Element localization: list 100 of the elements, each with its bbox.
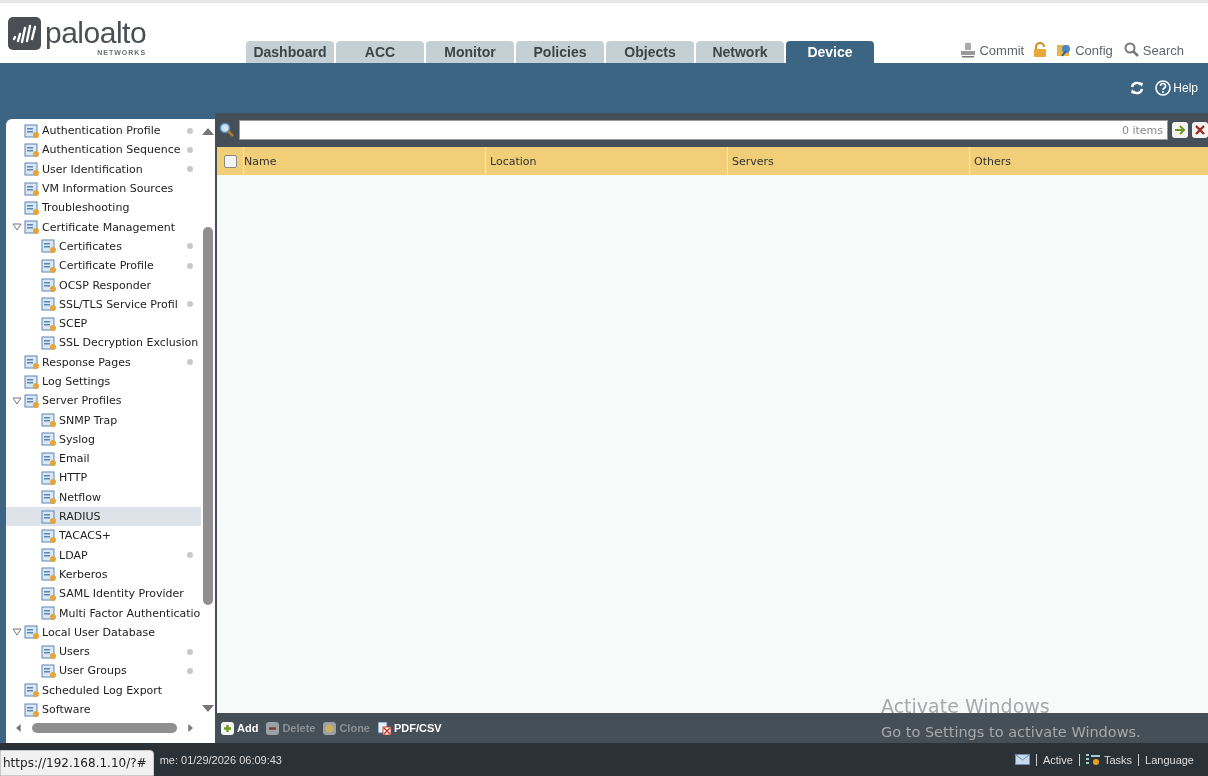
tasks-icon [1085, 754, 1101, 765]
tree-item[interactable]: Log Settings [6, 371, 201, 392]
tree-item[interactable]: Troubleshooting [6, 198, 201, 218]
tree-item[interactable]: Netflow [6, 487, 201, 507]
node-icon [41, 489, 57, 506]
column-header[interactable]: Others [970, 147, 1208, 175]
node-icon [41, 585, 57, 602]
arrow-right-icon[interactable] [1172, 122, 1188, 138]
tree-item[interactable]: Software [6, 699, 201, 717]
expanded-icon[interactable] [12, 222, 22, 233]
activation-message: Go to Settings to activate Windows. [881, 723, 1141, 742]
node-icon [41, 334, 57, 351]
commit-button[interactable]: Commit [960, 42, 1025, 58]
tree-item[interactable]: Certificates [6, 236, 201, 257]
scroll-down-icon[interactable] [202, 705, 214, 713]
tree-item[interactable]: User Identification [6, 159, 201, 179]
node-icon [41, 277, 57, 293]
nav-tab[interactable]: ACC [336, 41, 424, 63]
search-button[interactable]: Search [1123, 42, 1184, 58]
tree-item[interactable]: SCEP [6, 313, 201, 334]
tree-item[interactable]: SSL Decryption Exclusion [6, 333, 201, 353]
config-button[interactable]: Config [1056, 42, 1116, 58]
tree-item[interactable]: Email [6, 449, 201, 469]
tree-item[interactable]: Authentication Profile [6, 121, 201, 141]
nav-tab[interactable]: Device [786, 41, 874, 63]
node-icon [24, 219, 40, 236]
config-icon [1056, 42, 1073, 58]
plus-icon [221, 721, 234, 735]
clone-icon [323, 721, 337, 735]
tree-item[interactable]: VM Information Sources [6, 178, 201, 199]
tree-item[interactable]: OCSP Responder [6, 275, 201, 295]
tree-item[interactable]: Response Pages [6, 352, 201, 372]
node-icon [24, 141, 40, 158]
tree-item[interactable]: Multi Factor Authenticatio [6, 603, 201, 623]
tasks-button[interactable]: Tasks [1078, 753, 1139, 766]
node-icon [41, 508, 57, 525]
lock-icon[interactable] [1032, 42, 1049, 58]
add-button[interactable]: Add [221, 721, 259, 735]
tree-item[interactable]: Local User Database [6, 622, 201, 642]
tree-item[interactable]: SAML Identity Provider [6, 584, 201, 604]
tree-item[interactable]: Users [6, 642, 201, 662]
node-icon [41, 257, 57, 274]
help-button[interactable]: Help [1155, 80, 1198, 96]
expanded-icon[interactable] [12, 395, 22, 406]
node-icon [41, 450, 57, 467]
tree-item[interactable]: LDAP [6, 545, 201, 565]
activation-title: Activate Windows [881, 694, 1051, 719]
tree-item[interactable]: Syslog [6, 429, 201, 450]
status-link[interactable]: Active [1035, 753, 1079, 766]
help-icon [1155, 80, 1172, 96]
column-header[interactable]: Location [486, 147, 728, 175]
column-header[interactable]: Servers [728, 147, 970, 175]
status-link[interactable]: Language [1138, 753, 1200, 766]
scroll-up-icon[interactable] [202, 127, 214, 135]
tree-item[interactable]: Certificate Profile [6, 256, 201, 276]
nav-tab[interactable]: Network [696, 41, 784, 63]
logo-icon [8, 17, 41, 50]
tree-item[interactable]: RADIUS [6, 506, 201, 527]
close-icon[interactable] [1192, 122, 1208, 138]
refresh-icon[interactable] [1129, 80, 1146, 96]
link-url-tooltip: https://192.168.1.10/?# [0, 750, 154, 776]
node-icon [24, 624, 40, 641]
node-icon [24, 161, 40, 178]
node-icon [41, 412, 57, 429]
node-icon [41, 238, 57, 255]
column-header[interactable]: Name [244, 147, 486, 175]
tree-item[interactable]: SNMP Trap [6, 410, 201, 430]
filter-field[interactable]: 0 items [239, 120, 1168, 140]
node-icon [41, 605, 57, 622]
node-icon [41, 296, 57, 313]
node-icon [24, 682, 40, 699]
node-icon [24, 392, 40, 409]
node-icon [41, 547, 57, 564]
logo-wordmark: paloalto [45, 17, 147, 49]
node-icon [24, 180, 40, 197]
tree-item[interactable]: Scheduled Log Export [6, 680, 201, 700]
tree-item[interactable]: SSL/TLS Service Profil [6, 294, 201, 314]
tree-item[interactable]: Authentication Sequence [6, 140, 201, 160]
scrollbar-thumb[interactable] [203, 227, 213, 605]
nav-tab[interactable]: Objects [606, 41, 694, 63]
nav-tab[interactable]: Dashboard [246, 41, 334, 63]
node-icon [24, 122, 40, 139]
node-icon [41, 566, 57, 583]
nav-tab[interactable]: Monitor [426, 41, 514, 63]
search-icon [1123, 42, 1140, 58]
minus-icon [266, 721, 280, 735]
tree-item[interactable]: Server Profiles [6, 391, 201, 411]
nav-tab[interactable]: Policies [516, 41, 604, 63]
pdf-button[interactable]: PDF/CSV [378, 721, 442, 735]
tree-item[interactable]: TACACS+ [6, 526, 201, 546]
select-all-checkbox[interactable] [223, 154, 237, 168]
tree-item[interactable]: Kerberos [6, 564, 201, 585]
node-icon [24, 199, 40, 216]
stamp-icon [960, 42, 977, 58]
node-icon [41, 431, 57, 448]
expanded-icon[interactable] [12, 627, 22, 638]
tree-item[interactable]: User Groups [6, 661, 201, 681]
tree-item[interactable]: Certificate Management [6, 217, 201, 237]
tree-item[interactable]: HTTP [6, 468, 201, 488]
scrollbar-thumb[interactable] [32, 723, 177, 733]
